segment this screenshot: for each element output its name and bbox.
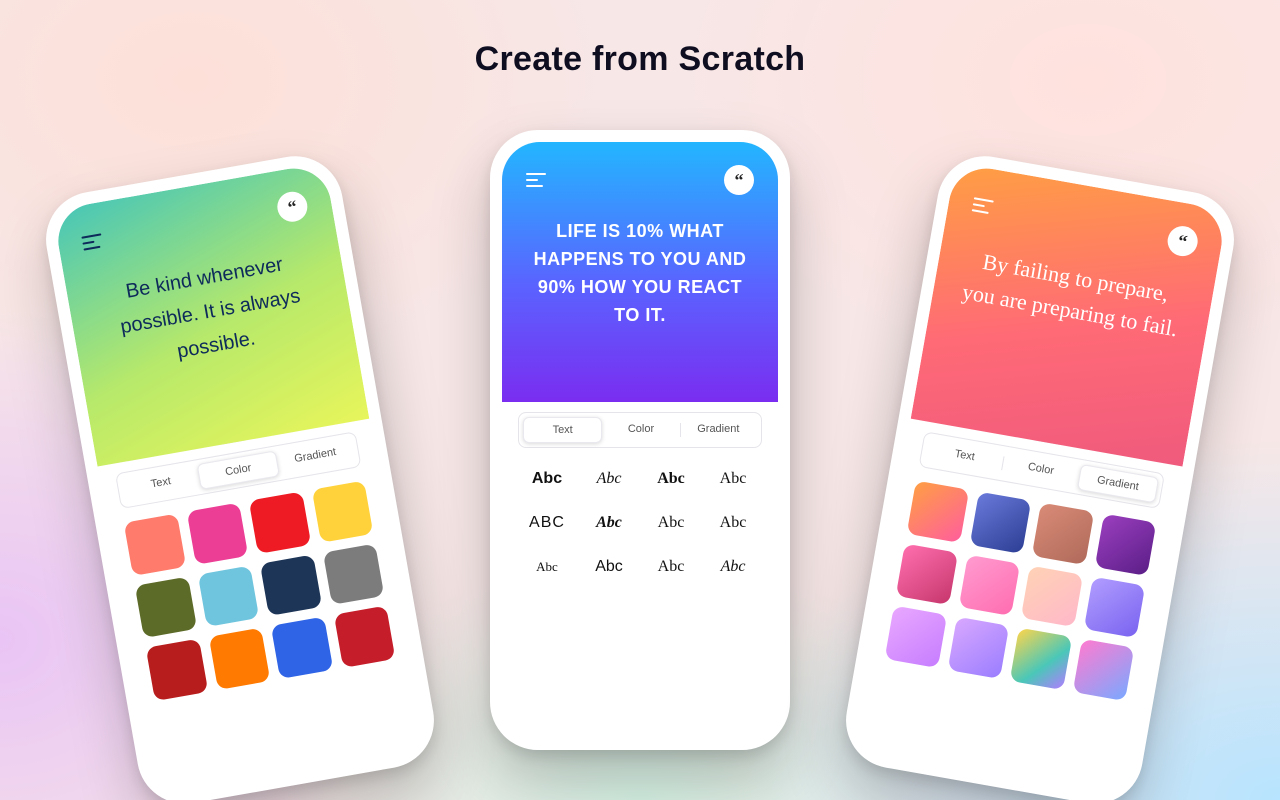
color-swatch[interactable]	[249, 492, 311, 554]
phone-mockup-left: “ Be kind whenever possible. It is alway…	[38, 149, 441, 800]
font-option[interactable]: Abc	[518, 470, 576, 488]
tab-gradient[interactable]: Gradient	[680, 417, 757, 443]
gradient-swatch[interactable]	[958, 554, 1020, 616]
phone-screen: “ LIFE IS 10% WHAT HAPPENS TO YOU AND 90…	[502, 142, 778, 738]
font-option[interactable]: Abc	[580, 514, 638, 532]
gradient-swatch[interactable]	[907, 480, 969, 542]
font-option[interactable]: Abc	[642, 514, 700, 532]
tab-color[interactable]: Color	[197, 450, 280, 489]
gradient-grid	[885, 480, 1157, 700]
editor-sheet: TextColorGradient AbcAbcAbcAbcABCAbcAbcA…	[502, 384, 778, 738]
font-option[interactable]: Abc	[704, 470, 762, 488]
font-option[interactable]: Abc	[704, 558, 762, 576]
color-swatch[interactable]	[322, 543, 384, 605]
font-option[interactable]: Abc	[580, 558, 638, 576]
color-swatch[interactable]	[186, 503, 248, 565]
quote-text: Be kind whenever possible. It is always …	[89, 242, 331, 382]
color-swatch[interactable]	[333, 606, 395, 668]
color-swatch[interactable]	[135, 576, 197, 638]
phone-mockup-right: “ By failing to prepare, you are prepari…	[838, 149, 1241, 800]
phone-mockup-middle: “ LIFE IS 10% WHAT HAPPENS TO YOU AND 90…	[490, 130, 790, 750]
color-swatch[interactable]	[271, 617, 333, 679]
page-title: Create from Scratch	[0, 40, 1280, 79]
color-grid	[124, 480, 396, 700]
font-option[interactable]: Abc	[642, 470, 700, 488]
gradient-swatch[interactable]	[896, 543, 958, 605]
gradient-swatch[interactable]	[1021, 565, 1083, 627]
quote-icon[interactable]: “	[275, 189, 310, 224]
editor-sheet: TextColorGradient	[94, 401, 427, 798]
gradient-swatch[interactable]	[1032, 503, 1094, 565]
font-option[interactable]: Abc	[704, 514, 762, 532]
font-grid: AbcAbcAbcAbcABCAbcAbcAbcAbcAbcAbcAbc	[518, 462, 762, 576]
menu-icon[interactable]	[972, 197, 994, 214]
gradient-swatch[interactable]	[885, 606, 947, 668]
gradient-swatch[interactable]	[1010, 628, 1072, 690]
tab-color[interactable]: Color	[602, 417, 679, 443]
font-option[interactable]: ABC	[518, 514, 576, 532]
color-swatch[interactable]	[260, 554, 322, 616]
marketing-stage: Create from Scratch “ Be kind whenever p…	[0, 0, 1280, 800]
font-option[interactable]: Abc	[518, 558, 576, 576]
tab-gradient[interactable]: Gradient	[275, 437, 356, 476]
quote-icon[interactable]: “	[1165, 224, 1200, 259]
quote-text: LIFE IS 10% WHAT HAPPENS TO YOU AND 90% …	[526, 218, 754, 330]
menu-icon[interactable]	[81, 233, 103, 250]
menu-icon[interactable]	[526, 173, 546, 187]
quote-hero: “ By failing to prepare, you are prepari…	[911, 163, 1228, 467]
phone-screen: “ By failing to prepare, you are prepari…	[852, 163, 1227, 798]
tab-text[interactable]: Text	[121, 464, 202, 503]
color-swatch[interactable]	[208, 628, 270, 690]
quote-icon[interactable]: “	[724, 165, 754, 195]
color-swatch[interactable]	[124, 514, 186, 576]
quote-hero: “ LIFE IS 10% WHAT HAPPENS TO YOU AND 90…	[502, 142, 778, 402]
color-swatch[interactable]	[146, 639, 208, 701]
tab-gradient[interactable]: Gradient	[1077, 464, 1160, 503]
quote-text: By failing to prepare, you are preparing…	[955, 242, 1191, 347]
gradient-swatch[interactable]	[1083, 576, 1145, 638]
gradient-swatch[interactable]	[947, 617, 1009, 679]
phone-screen: “ Be kind whenever possible. It is alway…	[52, 163, 427, 798]
gradient-swatch[interactable]	[969, 492, 1031, 554]
color-swatch[interactable]	[311, 480, 373, 542]
font-option[interactable]: Abc	[580, 470, 638, 488]
quote-hero: “ Be kind whenever possible. It is alway…	[52, 163, 369, 467]
tab-color[interactable]: Color	[1000, 450, 1081, 489]
tab-text[interactable]: Text	[924, 437, 1005, 476]
editor-sheet: TextColorGradient	[852, 401, 1185, 798]
tab-text[interactable]: Text	[523, 417, 602, 443]
tab-bar: TextColorGradient	[518, 412, 762, 448]
color-swatch[interactable]	[197, 565, 259, 627]
font-option[interactable]: Abc	[642, 558, 700, 576]
gradient-swatch[interactable]	[1094, 514, 1156, 576]
gradient-swatch[interactable]	[1072, 639, 1134, 701]
